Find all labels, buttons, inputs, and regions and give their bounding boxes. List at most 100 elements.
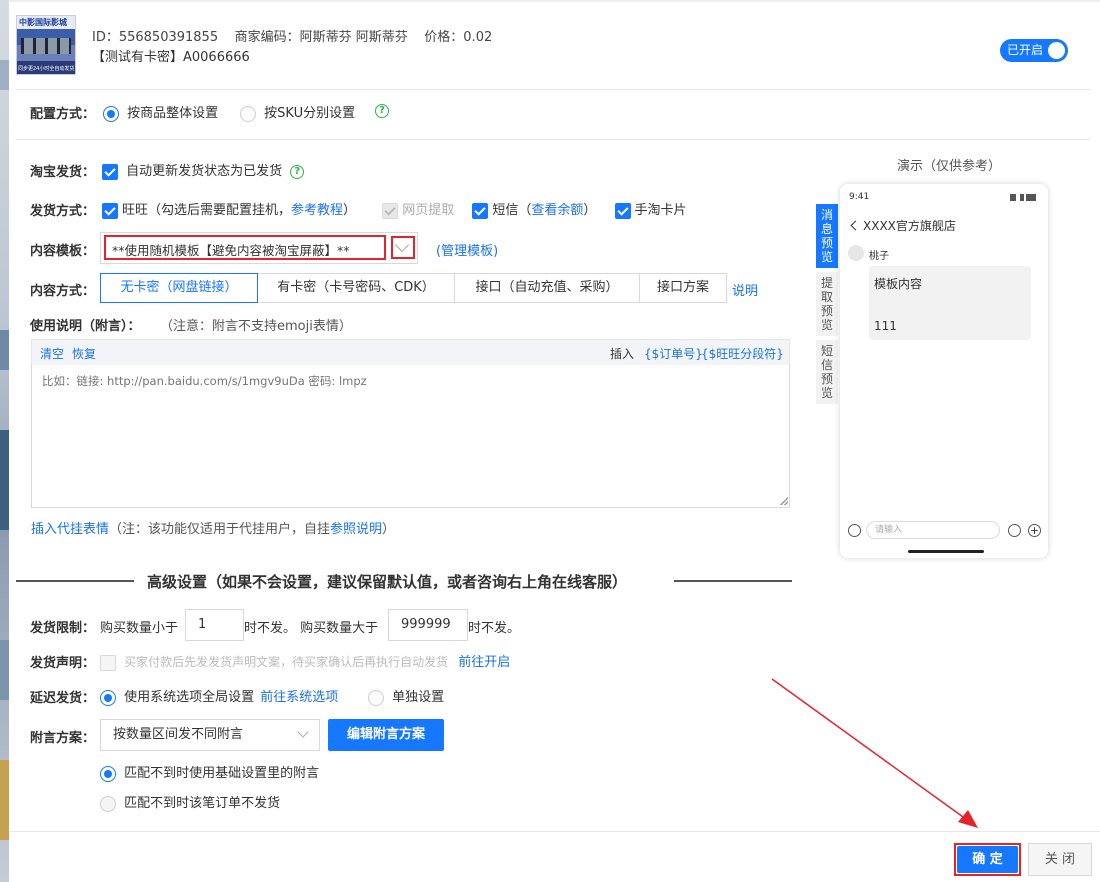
web-extract-label: 网页提取 bbox=[402, 203, 455, 218]
max-quantity-input[interactable]: 999999 bbox=[388, 609, 468, 641]
chevron-down-icon bbox=[297, 726, 309, 738]
chevron-left-icon[interactable] bbox=[850, 220, 861, 231]
emoji-icon[interactable] bbox=[1008, 524, 1021, 537]
enable-toggle[interactable]: 已开启 bbox=[1000, 39, 1068, 62]
toggle-label: 已开启 bbox=[1007, 43, 1044, 57]
wangwang-end: ） bbox=[343, 203, 357, 218]
advanced-line-right bbox=[674, 580, 792, 582]
config-label: 配置方式： bbox=[30, 107, 96, 122]
system-options-link[interactable]: 前往系统选项 bbox=[260, 690, 338, 705]
config-option-whole[interactable]: 按商品整体设置 bbox=[103, 102, 218, 122]
advanced-title: 高级设置（如果不会设置，建议保留默认值，或者咨询右上角在线客服） bbox=[147, 573, 628, 591]
restore-button[interactable]: 恢复 bbox=[72, 345, 96, 362]
appendix-select[interactable]: 按数量区间发不同附言 bbox=[100, 719, 320, 751]
plus-icon[interactable]: + bbox=[1028, 524, 1041, 537]
avatar bbox=[848, 245, 864, 261]
tab-message-preview[interactable]: 消息预览 bbox=[816, 204, 838, 268]
checkbox-icon bbox=[102, 202, 118, 219]
radio-icon bbox=[100, 765, 116, 782]
tab-extract-preview[interactable]: 提取预览 bbox=[816, 272, 838, 336]
usage-textarea[interactable] bbox=[31, 365, 790, 508]
appendix-select-value: 按数量区间发不同附言 bbox=[113, 727, 244, 742]
config-option-label: 按SKU分别设置 bbox=[264, 106, 356, 121]
sms-end: ） bbox=[583, 203, 597, 218]
close-button[interactable]: 关 闭 bbox=[1028, 843, 1092, 876]
help-icon[interactable]: ? bbox=[375, 104, 389, 118]
web-extract-checkbox[interactable]: 网页提取 bbox=[382, 202, 455, 219]
message-title: 模板内容 bbox=[874, 277, 923, 291]
tab-sms-preview[interactable]: 短信预览 bbox=[816, 340, 838, 404]
resize-handle-icon[interactable] bbox=[780, 497, 788, 505]
manage-template-link[interactable]: (管理模板) bbox=[436, 240, 498, 259]
top-border bbox=[9, 0, 1100, 2]
help-icon[interactable]: ? bbox=[290, 164, 305, 179]
radio-icon bbox=[103, 105, 119, 122]
tab-label: 短信预览 bbox=[820, 344, 833, 400]
content-help-link[interactable]: 说明 bbox=[732, 280, 758, 299]
divider bbox=[16, 89, 1090, 90]
config-option-label: 按商品整体设置 bbox=[127, 106, 219, 121]
reference-link[interactable]: 参照说明 bbox=[330, 522, 382, 537]
tab-no-card[interactable]: 无卡密（网盘链接） bbox=[100, 273, 258, 303]
thumbnail-title: 中影国际影城 bbox=[19, 18, 67, 27]
declare-checkbox[interactable]: 买家付款后先发发货声明文案，待买家确认后再执行自动发货 前往开启 bbox=[100, 651, 510, 671]
limit-label: 发货限制： bbox=[30, 621, 96, 636]
limit-text-2: 时不发。 购买数量大于 bbox=[244, 621, 379, 636]
min-quantity-input[interactable]: 1 bbox=[185, 609, 244, 641]
background-strip bbox=[0, 0, 9, 882]
config-option-sku[interactable]: 按SKU分别设置 bbox=[240, 102, 355, 122]
toggle-knob bbox=[1048, 42, 1065, 59]
taobao-label: 淘宝发货： bbox=[30, 165, 96, 180]
limit-text-1: 购买数量小于 bbox=[100, 621, 179, 636]
edit-appendix-button[interactable]: 编辑附言方案 bbox=[328, 719, 444, 751]
ship-options: 旺旺（勾选后需要配置挂机，参考教程） 网页提取 短信（查看余额） 手淘卡片 bbox=[102, 199, 687, 219]
card-label: 手淘卡片 bbox=[634, 203, 687, 218]
insert-order-tag[interactable]: {$订单号} bbox=[644, 345, 703, 362]
sms-label: 短信（ bbox=[492, 203, 532, 218]
checkbox-icon bbox=[102, 163, 118, 180]
delay-option-custom[interactable]: 单独设置 bbox=[368, 686, 444, 706]
proxy-end: ） bbox=[382, 522, 396, 537]
card-checkbox[interactable]: 手淘卡片 bbox=[614, 202, 687, 219]
tab-interface-plan[interactable]: 接口方案 bbox=[639, 273, 727, 303]
ship-label: 发货方式： bbox=[30, 204, 96, 219]
product-name: 【测试有卡密】A0066666 bbox=[92, 50, 250, 65]
message-bubble: 模板内容 111 bbox=[869, 266, 1031, 340]
dialog: 中影国际影城 同步更24小时全自动发货 ID：556850391855 商家编码… bbox=[0, 0, 1100, 882]
insert-wangwang-tag[interactable]: {$旺旺分段符} bbox=[701, 345, 784, 362]
enable-declare-link[interactable]: 前往开启 bbox=[458, 655, 510, 670]
checkbox-icon bbox=[472, 202, 489, 219]
home-indicator bbox=[908, 550, 984, 553]
appendix-option-base[interactable]: 匹配不到时使用基础设置里的附言 bbox=[100, 762, 319, 782]
footer-divider bbox=[9, 831, 1100, 832]
balance-link[interactable]: 查看余额 bbox=[531, 203, 583, 218]
advanced-line-left bbox=[16, 580, 134, 582]
voice-icon[interactable] bbox=[848, 524, 861, 537]
appendix-option-skip[interactable]: 匹配不到时该笔订单不发货 bbox=[100, 792, 280, 812]
auto-update-checkbox[interactable]: 自动更新发货状态为已发货 ? bbox=[102, 160, 305, 180]
input-placeholder: 请输入 bbox=[875, 525, 903, 535]
tutorial-link[interactable]: 参考教程 bbox=[291, 203, 343, 218]
radio-icon bbox=[100, 795, 116, 812]
divider bbox=[16, 139, 1090, 140]
clear-button[interactable]: 清空 bbox=[40, 345, 64, 362]
wangwang-checkbox[interactable]: 旺旺（勾选后需要配置挂机，参考教程） bbox=[102, 202, 357, 219]
message-input[interactable]: 请输入 bbox=[866, 521, 1000, 539]
proxy-emoji-link[interactable]: 插入代挂表情 bbox=[31, 522, 109, 537]
appendix-option-label: 匹配不到时该笔订单不发货 bbox=[124, 796, 281, 811]
delay-option-label: 使用系统选项全局设置 bbox=[124, 690, 255, 705]
declare-text: 买家付款后先发发货声明文案，待买家确认后再执行自动发货 bbox=[124, 655, 449, 669]
content-label: 内容方式： bbox=[30, 284, 96, 299]
tab-card[interactable]: 有卡密（卡号密码、CDK） bbox=[257, 273, 455, 303]
phone-preview: 9:41 XXXX官方旗舰店 桃子 模板内容 111 请输入 + bbox=[840, 184, 1048, 558]
film-strip-icon bbox=[21, 38, 71, 54]
wangwang-label: 旺旺（勾选后需要配置挂机， bbox=[122, 203, 292, 218]
tab-interface[interactable]: 接口（自动充值、采购） bbox=[454, 273, 640, 303]
product-thumbnail: 中影国际影城 同步更24小时全自动发货 bbox=[16, 15, 76, 75]
sms-checkbox[interactable]: 短信（查看余额） bbox=[472, 202, 597, 219]
delay-option-global[interactable]: 使用系统选项全局设置 前往系统选项 bbox=[100, 686, 338, 706]
proxy-note: （注：该功能仅适用于代挂用户，自挂 bbox=[109, 522, 331, 537]
proxy-line: 插入代挂表情（注：该功能仅适用于代挂用户，自挂参照说明） bbox=[31, 518, 395, 537]
checkbox-icon bbox=[382, 202, 399, 219]
confirm-button[interactable]: 确 定 bbox=[957, 846, 1018, 873]
